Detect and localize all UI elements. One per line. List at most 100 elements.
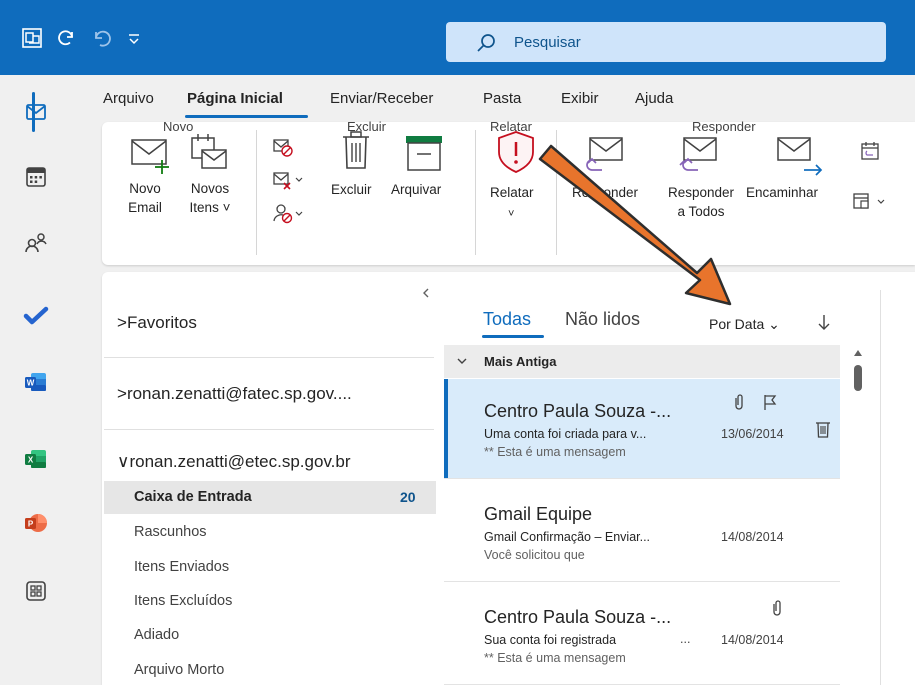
forward-button[interactable]: Encaminhar — [746, 183, 818, 202]
group-label-relatar: Relatar — [490, 119, 532, 134]
clean-up-icon[interactable] — [272, 170, 304, 192]
mail-icon[interactable] — [22, 98, 50, 126]
active-filter-indicator — [482, 335, 544, 338]
tab-unread[interactable]: Não lidos — [565, 309, 640, 330]
report-shield-icon — [498, 131, 534, 173]
folder-archive[interactable]: Arquivo Morto — [134, 662, 224, 678]
message-item[interactable]: Centro Paula Souza -... Uma conta foi cr… — [444, 379, 840, 479]
report-button[interactable]: Relatar — [490, 183, 534, 202]
ribbon-separator — [475, 130, 476, 255]
favorites-node[interactable]: >Favoritos — [117, 313, 197, 333]
scroll-up-icon[interactable] — [853, 349, 863, 357]
message-preview: ** Esta é uma mensagem — [484, 651, 626, 665]
tab-enviar-receber[interactable]: Enviar/Receber — [330, 90, 433, 107]
tab-pasta[interactable]: Pasta — [483, 90, 521, 107]
new-email-icon — [131, 139, 169, 174]
reply-icon — [586, 137, 623, 171]
message-preview: ** Esta é uma mensagem — [484, 445, 626, 459]
sort-label: Por Data — [709, 316, 765, 332]
message-group-label: Mais Antiga — [484, 354, 557, 369]
sort-direction-icon[interactable] — [817, 312, 831, 332]
message-date: 14/08/2014 — [721, 633, 784, 647]
favorites-label: Favoritos — [126, 313, 197, 332]
new-email-label-1: Novo — [129, 181, 161, 196]
folder-drafts[interactable]: Rascunhos — [134, 524, 207, 540]
more-apps-icon[interactable] — [22, 577, 50, 605]
sync-icon[interactable] — [56, 28, 76, 48]
scroll-thumb[interactable] — [854, 365, 862, 391]
archive-icon — [406, 136, 442, 171]
reply-all-icon — [679, 137, 717, 171]
folder-deleted[interactable]: Itens Excluídos — [134, 593, 232, 609]
divider — [104, 429, 434, 430]
title-bar: Pesquisar — [0, 0, 915, 75]
excel-icon[interactable]: X — [22, 445, 50, 473]
folder-sent[interactable]: Itens Enviados — [134, 559, 229, 575]
account-label: ronan.zenatti@fatec.sp.gov.... — [126, 384, 352, 403]
tab-pagina-inicial[interactable]: Página Inicial — [187, 90, 283, 107]
message-list-scrollbar[interactable] — [848, 345, 868, 685]
delete-icon[interactable] — [815, 419, 831, 439]
inbox-unread-count: 20 — [400, 489, 416, 505]
attachment-icon — [735, 394, 743, 410]
svg-text:W: W — [27, 379, 35, 388]
folder-snoozed[interactable]: Adiado — [134, 627, 179, 643]
chevron-down-icon: ⌄ — [768, 316, 780, 332]
calendar-icon[interactable] — [22, 163, 50, 191]
ignore-icon[interactable] — [272, 136, 294, 158]
reply-button[interactable]: Responder — [572, 183, 638, 202]
message-subject: Uma conta foi criada para v... — [484, 427, 647, 441]
powerpoint-icon[interactable]: P — [22, 509, 50, 537]
message-sender: Centro Paula Souza -... — [484, 607, 672, 627]
message-sender: Centro Paula Souza -... — [484, 401, 672, 421]
word-icon[interactable]: W — [22, 368, 50, 396]
collapse-chevron-icon: ∨ — [117, 452, 130, 471]
expand-chevron-icon: > — [117, 313, 127, 332]
message-preview: Você solicitou que — [484, 548, 585, 562]
ribbon-separator — [256, 130, 257, 255]
tab-arquivo[interactable]: Arquivo — [103, 90, 154, 107]
account-label: ronan.zenatti@etec.sp.gov.br — [129, 452, 351, 471]
message-sender: Gmail Equipe — [484, 504, 593, 524]
report-dropdown-chevron[interactable]: ˅ — [508, 205, 514, 224]
new-email-button[interactable]: Novo Email — [128, 179, 162, 217]
undo-icon[interactable] — [92, 28, 112, 48]
tab-all[interactable]: Todas — [483, 309, 531, 330]
folder-inbox[interactable]: Caixa de Entrada — [134, 489, 252, 505]
svg-text:X: X — [28, 456, 34, 465]
collapse-pane-icon[interactable] — [420, 286, 432, 300]
tab-exibir[interactable]: Exibir — [561, 90, 599, 107]
search-placeholder: Pesquisar — [514, 34, 581, 51]
new-items-button[interactable]: Novos Itens ˅ — [186, 179, 234, 217]
ribbon-separator — [556, 130, 557, 255]
search-icon — [477, 34, 495, 52]
more-respond-icon[interactable] — [852, 190, 892, 212]
archive-button[interactable]: Arquivar — [391, 180, 441, 199]
reply-all-label-2: a Todos — [677, 204, 725, 219]
reading-pane-divider — [880, 290, 881, 685]
customize-qat-icon[interactable] — [124, 28, 144, 48]
delete-button[interactable]: Excluir — [331, 180, 372, 199]
attachment-icon — [773, 600, 781, 616]
svg-text:P: P — [28, 520, 34, 529]
new-email-label-2: Email — [128, 200, 162, 215]
message-item[interactable]: Centro Paula Souza -... Sua conta foi re… — [444, 585, 840, 685]
active-tab-indicator — [185, 115, 308, 118]
sort-by-button[interactable]: Por Data ⌄ — [709, 316, 780, 333]
message-item[interactable]: Gmail Equipe Gmail Confirmação – Enviar.… — [444, 482, 840, 582]
account-node-fatec[interactable]: >ronan.zenatti@fatec.sp.gov.... — [117, 384, 352, 404]
flag-icon[interactable] — [762, 393, 778, 411]
group-label-responder: Responder — [692, 119, 756, 134]
expand-chevron-icon: > — [117, 384, 127, 403]
reply-all-label-1: Responder — [667, 185, 735, 200]
message-subject: Gmail Confirmação – Enviar... — [484, 530, 651, 544]
search-box[interactable]: Pesquisar — [446, 22, 886, 62]
todo-icon[interactable] — [22, 302, 50, 330]
account-node-etec[interactable]: ∨ronan.zenatti@etec.sp.gov.br — [117, 452, 351, 472]
reply-with-meeting-icon[interactable] — [860, 140, 882, 162]
people-icon[interactable] — [22, 228, 50, 256]
junk-icon[interactable] — [272, 202, 304, 224]
new-items-label-1: Novos — [190, 181, 230, 196]
tab-ajuda[interactable]: Ajuda — [635, 90, 673, 107]
reply-all-button[interactable]: Responder a Todos — [660, 183, 742, 221]
